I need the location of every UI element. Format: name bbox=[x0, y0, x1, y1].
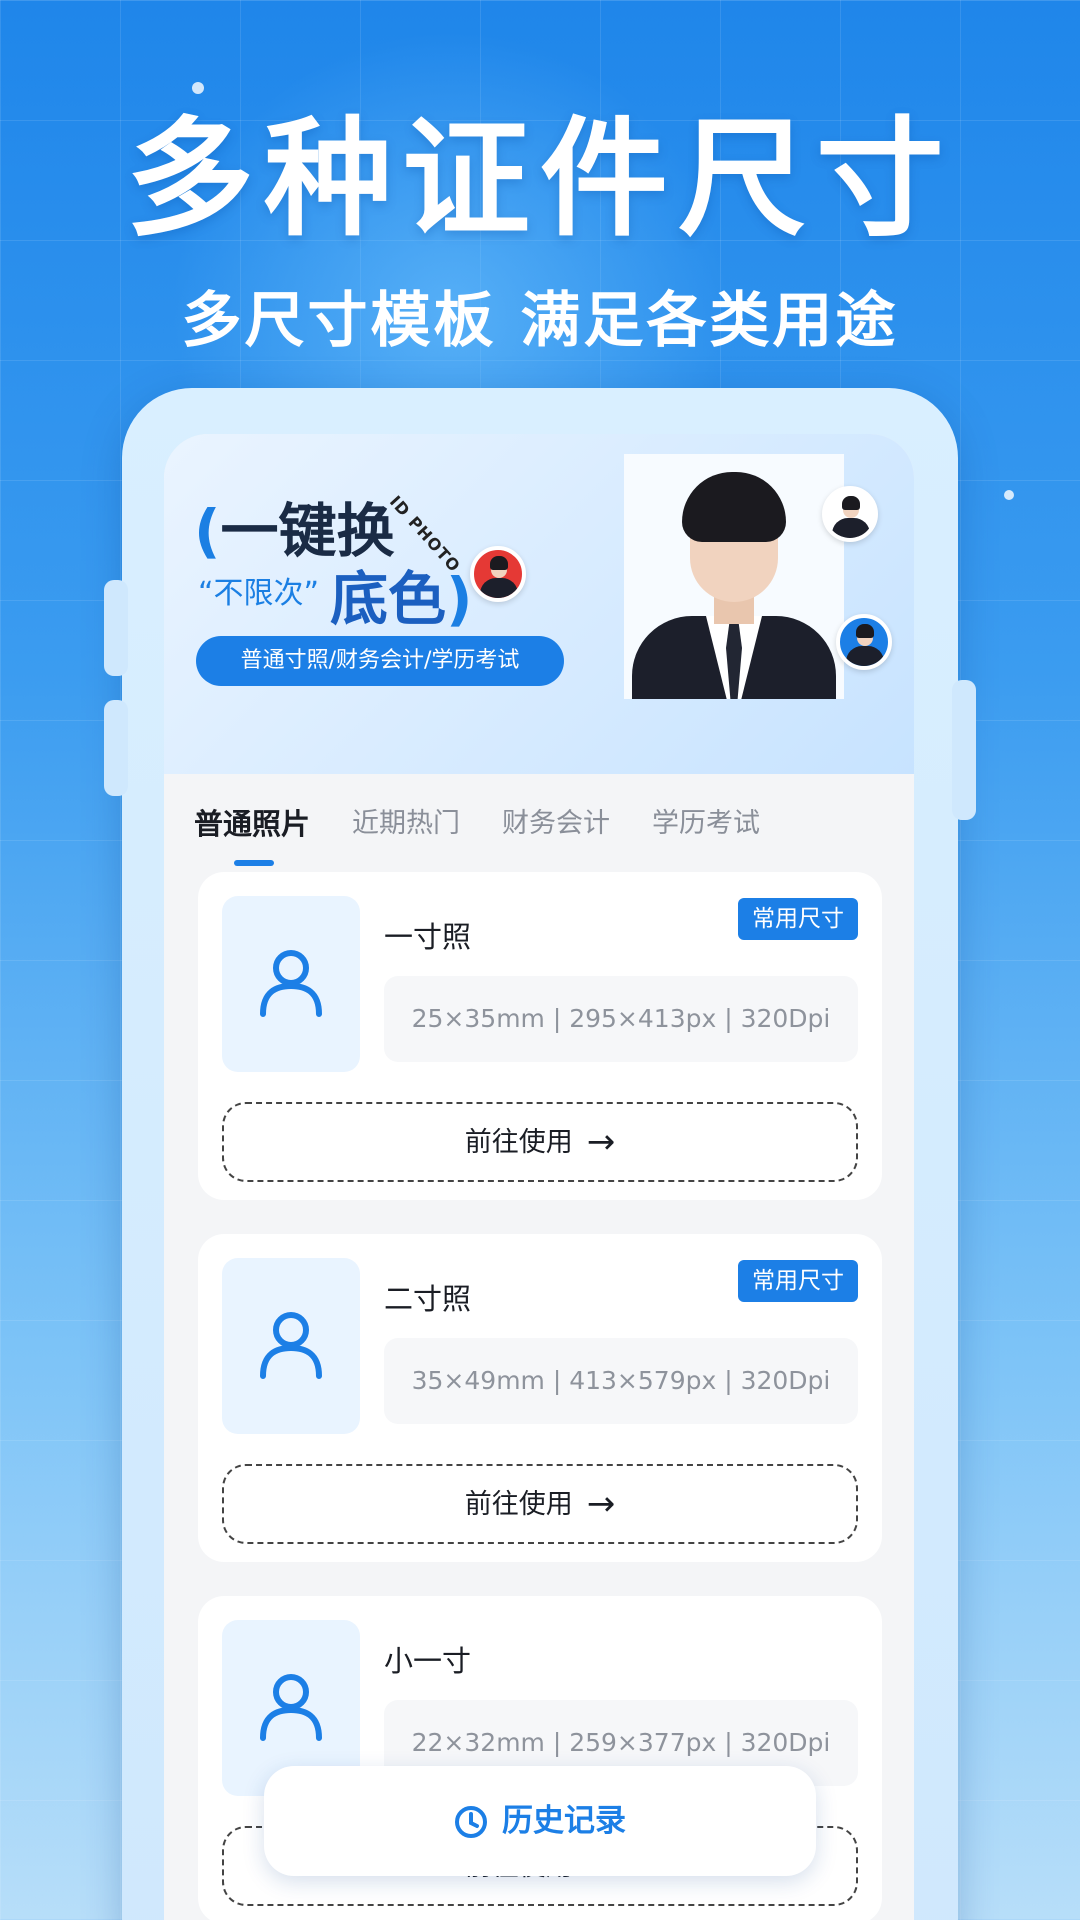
use-button[interactable]: 前往使用 → bbox=[222, 1464, 858, 1544]
size-spec: 35×49mm | 413×579px | 320Dpi bbox=[384, 1338, 858, 1424]
use-button-label: 前往使用 bbox=[464, 1489, 573, 1520]
common-size-badge: 常用尺寸 bbox=[738, 898, 858, 940]
arrow-right-icon: → bbox=[586, 1122, 616, 1162]
arrow-right-icon: → bbox=[586, 1484, 616, 1524]
promo-banner[interactable]: (一键换 ID PHOTO “不限次” 底色) 普通寸照/财务会计/学历考试 bbox=[164, 434, 914, 774]
app-screen: (一键换 ID PHOTO “不限次” 底色) 普通寸照/财务会计/学历考试 普… bbox=[164, 434, 914, 1920]
size-name: 小一寸 bbox=[384, 1644, 472, 1678]
use-button[interactable]: 前往使用 → bbox=[222, 1102, 858, 1182]
tab-recent-hot[interactable]: 近期热门 bbox=[352, 794, 460, 854]
mini-portrait-red bbox=[470, 546, 526, 602]
banner-quote: “不限次” bbox=[198, 576, 320, 611]
category-tabs: 普通照片 近期热门 财务会计 学历考试 bbox=[194, 794, 760, 866]
portrait-image bbox=[624, 454, 844, 699]
mini-portrait-white bbox=[822, 486, 878, 542]
common-size-badge: 常用尺寸 bbox=[738, 1260, 858, 1302]
clock-icon bbox=[455, 1806, 487, 1838]
sparkle-dot bbox=[1004, 490, 1014, 500]
photo-thumb bbox=[222, 1258, 360, 1434]
size-name: 一寸照 bbox=[384, 920, 472, 954]
size-card[interactable]: 一寸照 常用尺寸 25×35mm | 295×413px | 320Dpi 前往… bbox=[198, 872, 882, 1200]
phone-side-button bbox=[104, 580, 128, 676]
promo-subheadline: 多尺寸模板 满足各类用途 bbox=[181, 286, 899, 356]
use-button-label: 前往使用 bbox=[464, 1127, 573, 1158]
user-outline-icon bbox=[260, 1674, 322, 1741]
photo-thumb bbox=[222, 896, 360, 1072]
banner-category-pill: 普通寸照/财务会计/学历考试 bbox=[196, 636, 564, 686]
promo-headline: 多种证件尺寸 bbox=[125, 105, 954, 254]
user-outline-icon bbox=[260, 950, 322, 1017]
size-name: 二寸照 bbox=[384, 1282, 472, 1316]
size-card[interactable]: 二寸照 常用尺寸 35×49mm | 413×579px | 320Dpi 前往… bbox=[198, 1234, 882, 1562]
phone-side-button bbox=[952, 680, 976, 820]
tab-finance[interactable]: 财务会计 bbox=[502, 794, 610, 854]
mini-portrait-blue bbox=[836, 614, 892, 670]
phone-side-button bbox=[104, 700, 128, 796]
user-outline-icon bbox=[260, 1312, 322, 1379]
history-button[interactable]: 历史记录 bbox=[264, 1766, 816, 1876]
size-spec: 25×35mm | 295×413px | 320Dpi bbox=[384, 976, 858, 1062]
history-button-label: 历史记录 bbox=[502, 1803, 626, 1839]
tab-normal-photo[interactable]: 普通照片 bbox=[194, 794, 310, 866]
tab-education-exam[interactable]: 学历考试 bbox=[652, 794, 760, 854]
banner-title-2: 底色) bbox=[330, 565, 473, 633]
